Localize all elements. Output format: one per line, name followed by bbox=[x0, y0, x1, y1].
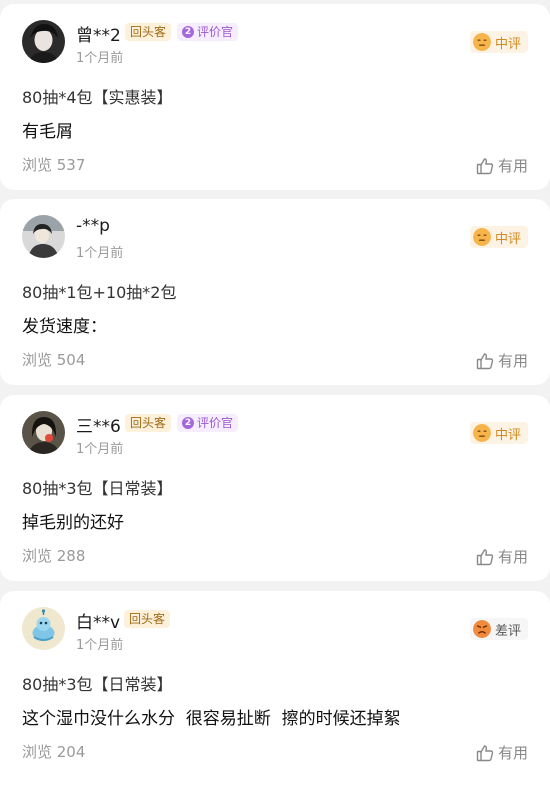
badge-row: 回头客 2 评价官 bbox=[125, 414, 239, 432]
rating-label: 差评 bbox=[494, 623, 521, 639]
username: 曾**2 bbox=[76, 26, 121, 46]
avatar[interactable] bbox=[22, 215, 65, 258]
username: 白**v bbox=[76, 613, 121, 633]
badge-row: 回头客 bbox=[124, 610, 171, 628]
review-card: 曾**2 回头客 2 评价官 1个月前 中评 80抽*4包【实惠装】 有毛屑 浏… bbox=[0, 4, 550, 190]
product-spec: 80抽*4包【实惠装】 bbox=[22, 88, 173, 107]
helpful-label: 有用 bbox=[497, 352, 528, 370]
reviewer-level-icon: 2 bbox=[182, 417, 195, 429]
rating-label: 中评 bbox=[494, 427, 521, 443]
review-card: 三**6 回头客 2 评价官 1个月前 中评 80抽*3包【日常装】 掉毛别的还… bbox=[0, 395, 550, 581]
rating-label: 中评 bbox=[494, 231, 521, 247]
view-count: 浏览 504 bbox=[22, 351, 86, 369]
review-time: 1个月前 bbox=[76, 246, 124, 261]
username: 三**6 bbox=[76, 417, 121, 437]
rating-label: 中评 bbox=[494, 36, 521, 52]
neutral-face-icon bbox=[472, 33, 491, 51]
review-time: 1个月前 bbox=[76, 51, 124, 66]
returning-customer-badge: 回头客 bbox=[125, 23, 172, 41]
unhappy-face-icon bbox=[472, 620, 491, 638]
helpful-label: 有用 bbox=[497, 744, 528, 762]
reviewer-level-icon: 2 bbox=[182, 26, 195, 38]
helpful-label: 有用 bbox=[497, 548, 528, 566]
neutral-face-icon bbox=[472, 424, 491, 442]
helpful-button[interactable]: 有用 bbox=[476, 350, 528, 371]
helpful-button[interactable]: 有用 bbox=[476, 546, 528, 567]
returning-customer-badge: 回头客 bbox=[124, 610, 171, 628]
rating-badge: 差评 bbox=[469, 618, 528, 640]
review-content: 有毛屑 bbox=[22, 122, 73, 142]
thumbs-up-icon bbox=[476, 548, 494, 566]
review-content: 掉毛别的还好 bbox=[22, 513, 124, 533]
review-card: 白**v 回头客 1个月前 差评 80抽*3包【日常装】 这个湿巾没什么水分 很… bbox=[0, 591, 550, 788]
returning-customer-badge: 回头客 bbox=[125, 414, 172, 432]
thumbs-up-icon bbox=[476, 352, 494, 370]
rating-badge: 中评 bbox=[469, 422, 528, 444]
view-count: 浏览 204 bbox=[22, 743, 86, 761]
avatar[interactable] bbox=[22, 20, 65, 63]
thumbs-up-icon bbox=[476, 744, 494, 762]
rating-badge: 中评 bbox=[469, 31, 528, 53]
avatar[interactable] bbox=[22, 607, 65, 650]
product-spec: 80抽*1包+10抽*2包 bbox=[22, 283, 177, 302]
avatar[interactable] bbox=[22, 411, 65, 454]
product-spec: 80抽*3包【日常装】 bbox=[22, 479, 173, 498]
review-content: 这个湿巾没什么水分 很容易扯断 擦的时候还掉絮 bbox=[22, 709, 401, 729]
reviewer-badge-label: 评价官 bbox=[197, 25, 234, 39]
helpful-button[interactable]: 有用 bbox=[476, 742, 528, 763]
view-count: 浏览 537 bbox=[22, 156, 86, 174]
review-content: 发货速度： bbox=[22, 317, 107, 337]
reviewer-badge-label: 评价官 bbox=[197, 416, 234, 430]
helpful-label: 有用 bbox=[497, 157, 528, 175]
thumbs-up-icon bbox=[476, 157, 494, 175]
neutral-face-icon bbox=[472, 228, 491, 246]
review-card: -**p 1个月前 中评 80抽*1包+10抽*2包 发货速度： 浏览 504 … bbox=[0, 199, 550, 385]
review-time: 1个月前 bbox=[76, 442, 124, 457]
helpful-button[interactable]: 有用 bbox=[476, 155, 528, 176]
username: -**p bbox=[76, 216, 110, 236]
reviewer-badge: 2 评价官 bbox=[177, 23, 239, 41]
view-count: 浏览 288 bbox=[22, 547, 86, 565]
rating-badge: 中评 bbox=[469, 226, 528, 248]
product-spec: 80抽*3包【日常装】 bbox=[22, 675, 173, 694]
review-time: 1个月前 bbox=[76, 638, 124, 653]
badge-row: 回头客 2 评价官 bbox=[125, 23, 239, 41]
reviewer-badge: 2 评价官 bbox=[177, 414, 239, 432]
